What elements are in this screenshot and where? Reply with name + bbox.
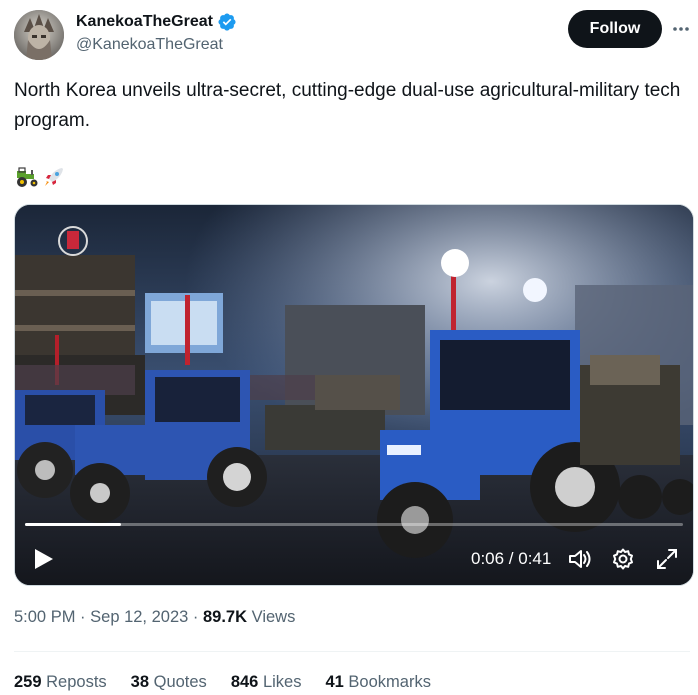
author-names: KanekoaTheGreat @KanekoaTheGreat xyxy=(76,11,237,54)
stat-likes[interactable]: 846 Likes xyxy=(231,673,302,692)
play-button[interactable] xyxy=(29,545,57,573)
avatar[interactable] xyxy=(14,10,64,60)
stat-label: Bookmarks xyxy=(348,673,431,691)
divider xyxy=(14,651,690,652)
meta-separator: · xyxy=(80,608,91,626)
volume-icon xyxy=(569,550,591,568)
emoji-row xyxy=(14,163,66,191)
verified-badge-icon xyxy=(218,13,236,31)
settings-button[interactable] xyxy=(611,547,635,571)
video-time: 0:06 / 0:41 xyxy=(471,549,552,568)
stat-count: 41 xyxy=(325,673,344,691)
volume-button[interactable] xyxy=(567,547,593,571)
follow-button[interactable]: Follow xyxy=(568,10,662,48)
views-count: 89.7K xyxy=(203,608,248,626)
play-icon xyxy=(35,549,53,569)
settings-icon xyxy=(613,548,633,570)
meta-separator: · xyxy=(192,608,203,626)
engagement-stats: 259 Reposts 38 Quotes 846 Likes 41 Bookm… xyxy=(14,673,431,692)
author-handle[interactable]: @KanekoaTheGreat xyxy=(76,36,237,54)
tweet-time[interactable]: 5:00 PM xyxy=(14,608,75,626)
stat-label: Likes xyxy=(262,673,302,691)
fullscreen-icon xyxy=(657,549,677,569)
stat-bookmarks[interactable]: 41 Bookmarks xyxy=(325,673,430,692)
stat-reposts[interactable]: 259 Reposts xyxy=(14,673,107,692)
stat-count: 259 xyxy=(14,673,42,691)
stat-label: Reposts xyxy=(46,673,107,691)
more-button[interactable] xyxy=(670,18,692,40)
stat-label: Quotes xyxy=(153,673,207,691)
fullscreen-button[interactable] xyxy=(655,547,679,571)
video-player[interactable]: 0:06 / 0:41 xyxy=(14,204,694,586)
stat-count: 38 xyxy=(130,673,150,691)
video-progress-fill xyxy=(25,523,122,526)
avatar-image xyxy=(14,10,64,60)
display-name[interactable]: KanekoaTheGreat xyxy=(76,13,213,31)
video-progress-bar[interactable] xyxy=(25,523,683,526)
stat-count: 846 xyxy=(230,673,259,691)
tweet-header: KanekoaTheGreat @KanekoaTheGreat Follow xyxy=(14,10,690,60)
tweet-meta: 5:00 PM · Sep 12, 2023 · 89.7K Views xyxy=(14,608,295,627)
tractor-emoji xyxy=(17,167,38,187)
stat-quotes[interactable]: 38 Quotes xyxy=(131,673,207,692)
rocket-emoji xyxy=(45,168,63,186)
more-dots-icon xyxy=(673,27,689,31)
video-frame xyxy=(15,205,693,585)
tweet-date[interactable]: Sep 12, 2023 xyxy=(90,608,188,626)
tweet-text: North Korea unveils ultra-secret, cuttin… xyxy=(14,80,681,131)
views-label: Views xyxy=(251,608,296,626)
